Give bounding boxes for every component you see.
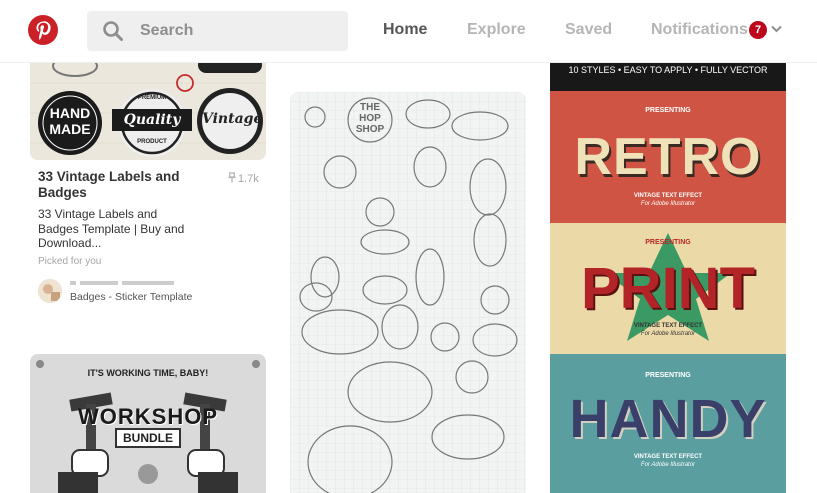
retro-for: For Adobe Illustrator (640, 201, 696, 207)
search-bar[interactable] (87, 11, 348, 51)
vintage-text: Vintage (202, 111, 263, 127)
handy-presenting: PRESENTING (645, 372, 691, 379)
print-panel: PRESENTING PRINT VINTAGE TEXT EFFECT For… (550, 223, 786, 354)
pin-image-hop-shop-sketches[interactable]: THE HOP SHOP (290, 92, 526, 493)
pin-description: 33 Vintage Labels and Badges Template | … (38, 207, 185, 250)
retro-presenting: PRESENTING (645, 107, 691, 114)
pinterest-logo-icon[interactable] (28, 15, 58, 45)
sketch-hop-text: HOP (359, 113, 381, 124)
pin-save-count: 1.7k (228, 172, 259, 185)
workshop-tagline: IT'S WORKING TIME, BABY! (87, 368, 209, 378)
retro-effect: VINTAGE TEXT EFFECT (633, 193, 703, 199)
pin-image-workshop-bundle[interactable]: IT'S WORKING TIME, BABY! WORKSHOP BUNDLE (30, 354, 266, 493)
print-effect: VINTAGE TEXT EFFECT (633, 323, 703, 329)
product-text: PRODUCT (137, 139, 167, 145)
hand-text: HAND (49, 105, 91, 121)
pin-icon (228, 172, 236, 183)
print-title: PRINT (581, 256, 755, 321)
premium-text: PREMIUM (137, 95, 167, 101)
top-bar: Home Explore Saved Notifications 7 (0, 0, 817, 63)
sketch-the-text: THE (360, 102, 380, 113)
nav-notifications[interactable]: Notifications (651, 21, 748, 39)
save-count-value: 1.7k (238, 173, 259, 185)
sketch-shop-text: SHOP (355, 124, 385, 135)
handy-title: HANDY (569, 389, 767, 449)
pin-banner: 10 STYLES • EASY TO APPLY • FULLY VECTOR (550, 63, 786, 91)
retro-title: RETRO (574, 128, 762, 186)
workshop-bundle-text: BUNDLE (123, 431, 173, 445)
handy-effect: VINTAGE TEXT EFFECT (633, 454, 703, 460)
print-for: For Adobe Illustrator (640, 331, 696, 337)
workshop-title: WORKSHOP (78, 404, 218, 429)
pin-board-name[interactable]: Badges - Sticker Template (70, 291, 192, 303)
pin-image-vintage-text-effects[interactable]: 10 STYLES • EASY TO APPLY • FULLY VECTOR… (550, 63, 786, 493)
handy-for: For Adobe Illustrator (640, 462, 696, 468)
nav-home[interactable]: Home (383, 21, 427, 39)
picked-for-you-label: Picked for you (38, 256, 102, 267)
print-presenting: PRESENTING (645, 239, 691, 246)
nav-saved[interactable]: Saved (565, 21, 612, 39)
pin-source-redacted (70, 279, 180, 290)
handy-panel: PRESENTING HANDY VINTAGE TEXT EFFECT For… (550, 354, 786, 493)
chevron-down-icon[interactable] (771, 25, 782, 33)
search-icon (103, 21, 123, 41)
pin-image-vintage-labels[interactable]: HAND MADE PREMIUM Quality PRODUCT Vintag… (30, 63, 266, 160)
made-text: MADE (49, 121, 91, 137)
nav-explore[interactable]: Explore (467, 21, 526, 39)
search-input[interactable] (140, 22, 340, 40)
avatar[interactable] (38, 279, 62, 303)
pin-title[interactable]: 33 Vintage Labels and Badges (38, 169, 218, 201)
quality-text: Quality (123, 112, 181, 128)
notification-count-badge: 7 (749, 21, 767, 39)
